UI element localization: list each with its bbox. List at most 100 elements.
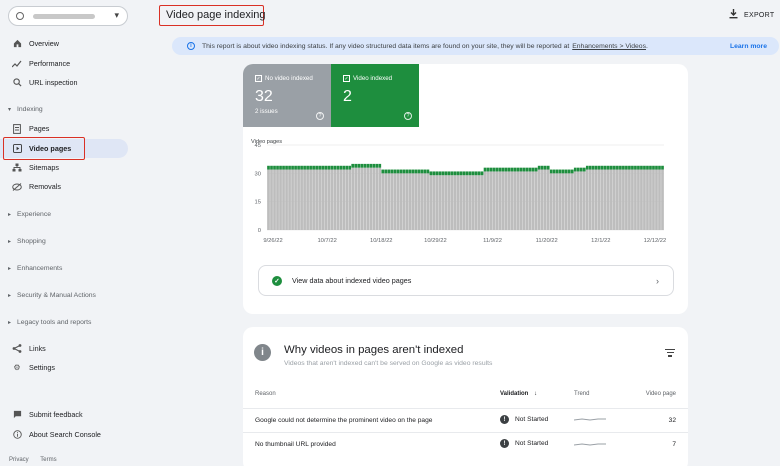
help-icon[interactable]: ? — [404, 112, 412, 120]
bar-indexed — [333, 165, 337, 170]
bar-indexed — [555, 169, 559, 174]
bar-indexed — [276, 165, 279, 170]
bar-not-indexed — [640, 169, 643, 230]
learn-more-link[interactable]: Learn more — [730, 43, 767, 50]
bar-indexed — [637, 165, 640, 170]
why-title: Why videos in pages aren't indexed — [284, 344, 464, 356]
bar-not-indexed — [366, 167, 370, 230]
bar-indexed — [279, 165, 282, 170]
sidebar-item-label: Sitemaps — [29, 163, 59, 172]
y-tick-label: 45 — [255, 143, 261, 149]
bar-not-indexed — [300, 169, 303, 230]
sidebar-section-shopping[interactable]: ▸ Shopping — [0, 234, 128, 248]
table-row[interactable]: Google could not determine the prominent… — [243, 408, 688, 432]
bar-indexed — [465, 171, 469, 176]
enhancements-videos-link[interactable]: Enhancements > Videos — [572, 43, 646, 50]
bar-indexed — [318, 165, 321, 170]
column-header-validation[interactable]: Validation ↓ — [500, 391, 537, 397]
bar-indexed — [435, 171, 439, 176]
bar-not-indexed — [309, 169, 312, 230]
bar-indexed — [510, 167, 514, 172]
bar-not-indexed — [297, 169, 300, 230]
bar-indexed — [591, 165, 595, 170]
bar-not-indexed — [597, 169, 601, 230]
sidebar-item-url-inspection[interactable]: URL inspection — [0, 73, 128, 92]
section-label: Experience — [17, 210, 52, 218]
caret-right-icon: ▸ — [8, 238, 12, 245]
bar-not-indexed — [336, 169, 340, 230]
bar-indexed — [450, 171, 454, 176]
sidebar-item-sitemaps[interactable]: Sitemaps — [0, 158, 128, 177]
column-header-reason[interactable]: Reason — [255, 391, 276, 397]
bar-indexed — [579, 167, 583, 172]
bar-not-indexed — [375, 167, 379, 230]
bar-not-indexed — [619, 169, 622, 230]
sidebar-item-removals[interactable]: Removals — [0, 177, 128, 196]
view-indexed-label: View data about indexed video pages — [292, 276, 412, 285]
sidebar-item-settings[interactable]: ⚙ Settings — [0, 358, 128, 377]
privacy-link[interactable]: Privacy — [9, 457, 29, 463]
sidebar-item-label: Submit feedback — [29, 410, 83, 419]
bar-indexed — [540, 165, 544, 170]
indexed-tile[interactable]: ✓ Video indexed 2 ? — [331, 64, 419, 127]
view-indexed-video-pages-row[interactable]: ✓ View data about indexed video pages › — [258, 265, 674, 296]
sidebar-section-experience[interactable]: ▸ Experience — [0, 207, 128, 221]
section-label: Security & Manual Actions — [17, 291, 96, 299]
bar-indexed — [582, 167, 586, 172]
terms-link[interactable]: Terms — [40, 457, 56, 463]
sidebar-section-indexing[interactable]: ▾ Indexing — [0, 102, 128, 116]
validation-cell: ! Not Started — [500, 439, 548, 448]
bar-indexed — [576, 167, 580, 172]
sidebar-section-security[interactable]: ▸ Security & Manual Actions — [0, 288, 128, 302]
validation-status: Not Started — [515, 440, 549, 447]
sidebar-item-overview[interactable]: Overview — [0, 34, 128, 53]
sidebar-item-performance[interactable]: Performance — [0, 54, 128, 73]
footer-links: Privacy Terms — [9, 457, 67, 463]
sidebar-item-about[interactable]: About Search Console — [0, 425, 128, 444]
bar-not-indexed — [649, 169, 652, 230]
bar-not-indexed — [564, 173, 568, 230]
not-indexed-tile[interactable]: ✓ No video indexed 32 2 issues ? — [243, 64, 331, 127]
export-button[interactable]: EXPORT — [729, 9, 774, 21]
bar-indexed — [531, 167, 535, 172]
check-circle-icon: ✓ — [272, 275, 282, 286]
column-header-count[interactable]: Video page — [646, 391, 676, 397]
bar-not-indexed — [525, 171, 529, 230]
bar-indexed — [634, 165, 637, 170]
table-row[interactable]: No thumbnail URL provided ! Not Started … — [243, 432, 688, 456]
why-subtitle: Videos that aren't indexed can't be serv… — [284, 360, 493, 367]
sidebar-section-enhancements[interactable]: ▸ Enhancements — [0, 261, 128, 275]
bar-not-indexed — [631, 169, 634, 230]
bar-indexed — [474, 171, 478, 176]
sidebar-item-label: Pages — [29, 124, 50, 133]
bar-indexed — [438, 171, 442, 176]
sidebar-item-submit-feedback[interactable]: Submit feedback — [0, 405, 128, 424]
filter-icon[interactable] — [665, 349, 675, 359]
bar-indexed — [321, 165, 324, 170]
bar-indexed — [477, 171, 481, 176]
bar-not-indexed — [534, 171, 538, 230]
bar-not-indexed — [504, 171, 508, 230]
bar-indexed — [270, 165, 273, 170]
bar-indexed — [492, 167, 496, 172]
y-tick-label: 15 — [255, 200, 261, 206]
bar-not-indexed — [303, 169, 306, 230]
sidebar-item-pages[interactable]: Pages — [0, 119, 128, 138]
bar-indexed — [570, 169, 574, 174]
bar-not-indexed — [339, 169, 343, 230]
sidebar-section-legacy[interactable]: ▸ Legacy tools and reports — [0, 315, 128, 329]
bar-not-indexed — [607, 169, 610, 230]
section-label: Legacy tools and reports — [17, 318, 92, 326]
bar-indexed — [375, 163, 379, 168]
bar-indexed — [525, 167, 529, 172]
sidebar: ▾ Overview Performance URL inspection ▾ … — [0, 0, 135, 466]
highlight-box — [3, 137, 85, 160]
bar-not-indexed — [625, 169, 628, 230]
help-icon[interactable]: ? — [316, 112, 324, 120]
property-selector[interactable]: ▾ — [8, 6, 128, 26]
column-header-trend[interactable]: Trend — [574, 391, 589, 397]
bar-indexed — [558, 169, 562, 174]
sidebar-item-links[interactable]: Links — [0, 339, 128, 358]
bar-indexed — [387, 169, 391, 174]
bar-indexed — [573, 167, 577, 172]
